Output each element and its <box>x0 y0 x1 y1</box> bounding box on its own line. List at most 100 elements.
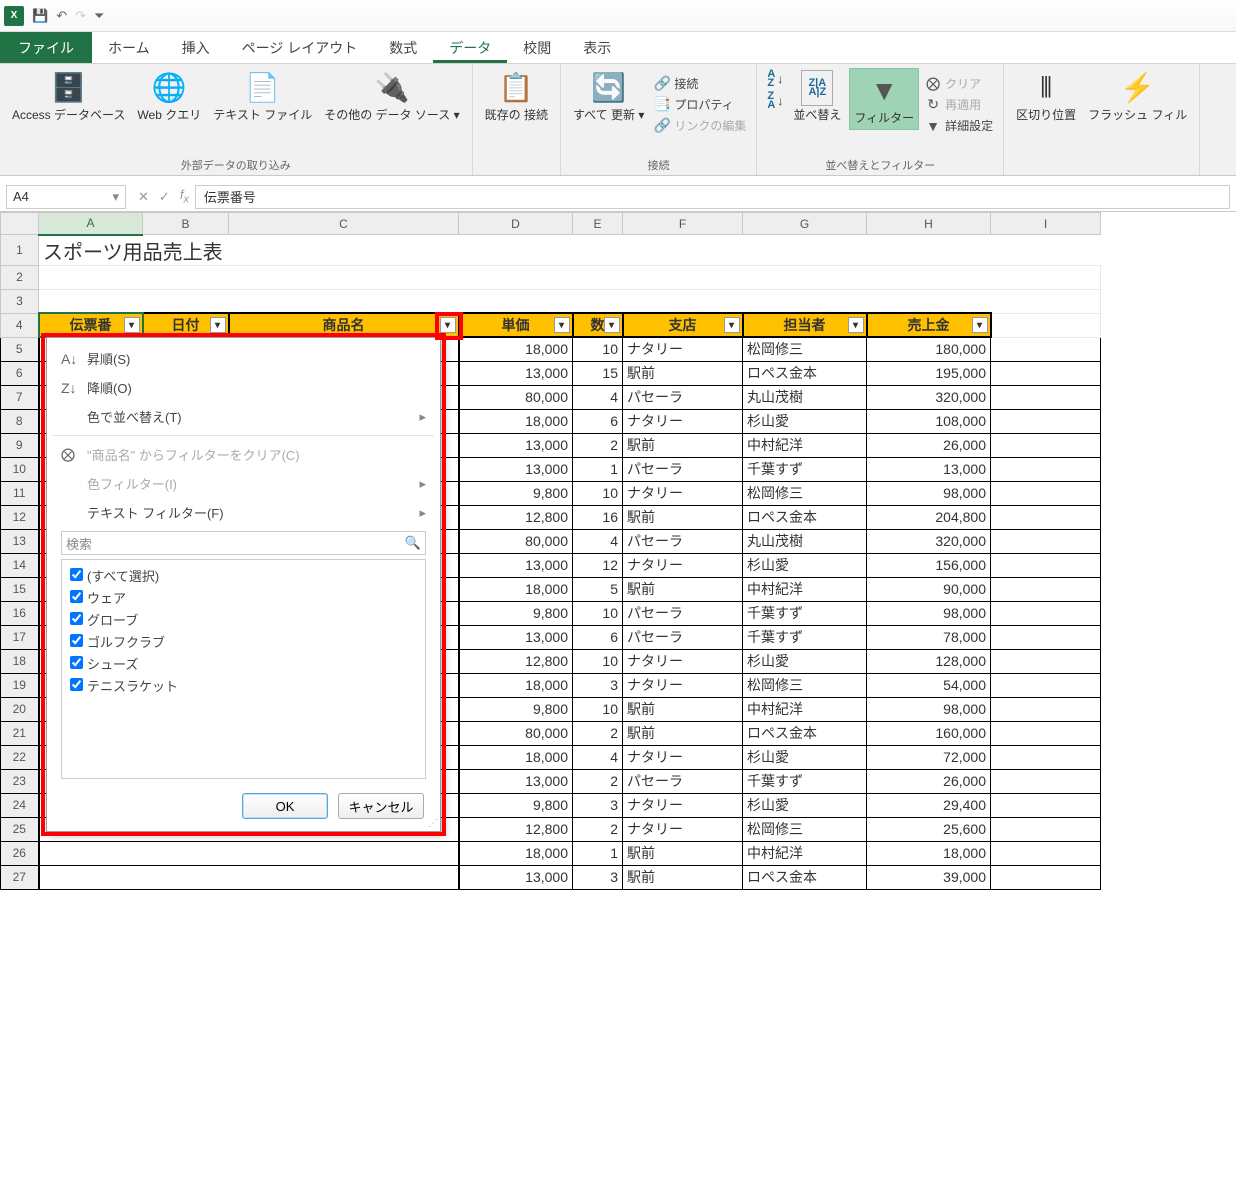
btn-refresh-all[interactable]: 🔄すべて 更新 ▾ <box>569 68 648 124</box>
tab-insert[interactable]: 挿入 <box>166 32 226 63</box>
btn-text-to-columns[interactable]: ⫴区切り位置 <box>1012 68 1080 124</box>
col-B[interactable]: B <box>143 213 229 235</box>
filter-checkbox-item[interactable]: (すべて選択) <box>70 566 417 585</box>
quick-access-toolbar: 💾 ↶ ↷ ⏷ <box>32 8 104 24</box>
chevron-right-icon: ▸ <box>419 409 426 425</box>
filter-search-input[interactable]: 検索🔍 <box>61 531 426 555</box>
qat-save-icon[interactable]: 💾 <box>32 8 48 24</box>
btn-properties[interactable]: 📑プロパティ <box>652 95 748 114</box>
filter-checkbox-item[interactable]: テニスラケット <box>70 676 417 695</box>
tab-page-layout[interactable]: ページ レイアウト <box>226 32 374 63</box>
col-F[interactable]: F <box>623 213 743 235</box>
edit-links-icon: 🔗 <box>654 118 670 134</box>
group-connections-label: 接続 <box>569 155 748 173</box>
filter-sort-asc[interactable]: A↓昇順(S) <box>53 344 434 373</box>
btn-clear-filter[interactable]: ⨂クリア <box>923 74 995 93</box>
col-A[interactable]: A <box>39 213 143 235</box>
sort-desc-icon: ZA <box>767 92 775 110</box>
filter-checkbox-list[interactable]: (すべて選択) ウェアグローブゴルフクラブシューズテニスラケット <box>61 559 426 779</box>
btn-sort[interactable]: Z|AA|Z並べ替え <box>789 68 845 124</box>
tab-view[interactable]: 表示 <box>567 32 627 63</box>
filter-panel: A↓昇順(S) Z↓降順(O) 色で並べ替え(T)▸ ⨂"商品名" からフィルタ… <box>46 337 441 832</box>
group-external-label: 外部データの取り込み <box>8 155 464 173</box>
web-icon: 🌐 <box>152 70 187 106</box>
sort-box-icon: Z|AA|Z <box>801 70 833 106</box>
formula-input[interactable]: 伝票番号 <box>195 185 1230 209</box>
header-D[interactable]: 単価▾ <box>459 313 573 337</box>
ribbon-tabs: ファイル ホーム 挿入 ページ レイアウト 数式 データ 校閲 表示 <box>0 32 1236 64</box>
filter-drop-F[interactable]: ▾ <box>724 317 740 333</box>
col-I[interactable]: I <box>991 213 1101 235</box>
refresh-icon: 🔄 <box>591 70 626 106</box>
btn-filter[interactable]: ▼フィルター <box>849 68 919 130</box>
filter-drop-C[interactable]: ▾ <box>440 317 456 333</box>
filter-sort-desc[interactable]: Z↓降順(O) <box>53 373 434 402</box>
tab-file[interactable]: ファイル <box>0 32 92 63</box>
spreadsheet[interactable]: A B C D E F G H I 1スポーツ用品売上表 2 3 4 伝票番▾ … <box>0 212 1236 890</box>
header-A[interactable]: 伝票番▾ <box>39 313 143 337</box>
col-D[interactable]: D <box>459 213 573 235</box>
filter-checkbox-item[interactable]: シューズ <box>70 654 417 673</box>
text-file-icon: 📄 <box>245 70 280 106</box>
btn-reapply[interactable]: ↻再適用 <box>923 95 995 114</box>
fb-fx-icon[interactable]: fx <box>180 187 189 206</box>
name-box[interactable]: A4 ▾ <box>6 185 126 209</box>
table-row[interactable]: 2713,0003駅前ロペス金本39,000 <box>1 865 1101 889</box>
filter-funnel-icon: ▼ <box>870 73 898 109</box>
clear-filter-icon: ⨂ <box>61 446 79 463</box>
header-B[interactable]: 日付▾ <box>143 313 229 337</box>
col-E[interactable]: E <box>573 213 623 235</box>
header-F[interactable]: 支店▾ <box>623 313 743 337</box>
btn-from-text[interactable]: 📄テキスト ファイル <box>209 68 316 124</box>
col-G[interactable]: G <box>743 213 867 235</box>
btn-existing-connections[interactable]: 📋既存の 接続 <box>481 68 552 124</box>
filter-drop-A[interactable]: ▾ <box>124 317 140 333</box>
fb-cancel-icon[interactable]: ✕ <box>138 189 149 205</box>
filter-ok-button[interactable]: OK <box>242 793 328 819</box>
filter-drop-B[interactable]: ▾ <box>210 317 226 333</box>
existing-conn-icon: 📋 <box>499 70 534 106</box>
filter-drop-E[interactable]: ▾ <box>604 317 620 333</box>
btn-advanced-filter[interactable]: ▼詳細設定 <box>923 116 995 135</box>
filter-clear: ⨂"商品名" からフィルターをクリア(C) <box>53 440 434 469</box>
qat-redo-icon[interactable]: ↷ <box>75 8 86 24</box>
filter-drop-H[interactable]: ▾ <box>972 317 988 333</box>
excel-icon: X <box>4 6 24 26</box>
tab-review[interactable]: 校閲 <box>507 32 567 63</box>
btn-sort-desc[interactable]: ZA↓ <box>767 92 783 110</box>
btn-flash-fill[interactable]: ⚡フラッシュ フィル <box>1084 68 1191 124</box>
header-H[interactable]: 売上金▾ <box>867 313 991 337</box>
resize-grip-icon[interactable]: ⋰ <box>428 818 436 829</box>
tab-home[interactable]: ホーム <box>92 32 166 63</box>
qat-undo-icon[interactable]: ↶ <box>56 8 67 24</box>
col-H[interactable]: H <box>867 213 991 235</box>
tab-data[interactable]: データ <box>433 32 507 63</box>
btn-from-web[interactable]: 🌐Web クエリ <box>133 68 205 124</box>
header-E[interactable]: 数▾ <box>573 313 623 337</box>
filter-drop-D[interactable]: ▾ <box>554 317 570 333</box>
qat-customize-icon[interactable]: ⏷ <box>94 8 104 24</box>
header-C[interactable]: 商品名▾ <box>229 313 459 337</box>
filter-checkbox-item[interactable]: ウェア <box>70 588 417 607</box>
sheet-title[interactable]: スポーツ用品売上表 <box>39 235 1101 266</box>
btn-connections[interactable]: 🔗接続 <box>652 74 748 93</box>
fb-enter-icon[interactable]: ✓ <box>159 189 170 205</box>
header-G[interactable]: 担当者▾ <box>743 313 867 337</box>
tab-formulas[interactable]: 数式 <box>373 32 433 63</box>
ribbon: 🗄️Access データベース 🌐Web クエリ 📄テキスト ファイル 🔌その他… <box>0 64 1236 176</box>
btn-from-access[interactable]: 🗄️Access データベース <box>8 68 129 124</box>
btn-sort-asc[interactable]: AZ↓ <box>767 70 783 88</box>
filter-text-filters[interactable]: テキスト フィルター(F)▸ <box>53 498 434 527</box>
btn-from-other[interactable]: 🔌その他の データ ソース ▾ <box>320 68 463 124</box>
filter-checkbox-item[interactable]: グローブ <box>70 610 417 629</box>
filter-drop-G[interactable]: ▾ <box>848 317 864 333</box>
reapply-icon: ↻ <box>925 97 941 113</box>
col-C[interactable]: C <box>229 213 459 235</box>
filter-cancel-button[interactable]: キャンセル <box>338 793 424 819</box>
table-row[interactable]: 2618,0001駅前中村紀洋18,000 <box>1 841 1101 865</box>
filter-checkbox-item[interactable]: ゴルフクラブ <box>70 632 417 651</box>
chevron-right-icon: ▸ <box>419 476 426 492</box>
btn-edit-links[interactable]: 🔗リンクの編集 <box>652 116 748 135</box>
filter-sort-by-color[interactable]: 色で並べ替え(T)▸ <box>53 402 434 431</box>
connections-icon: 🔗 <box>654 76 670 92</box>
